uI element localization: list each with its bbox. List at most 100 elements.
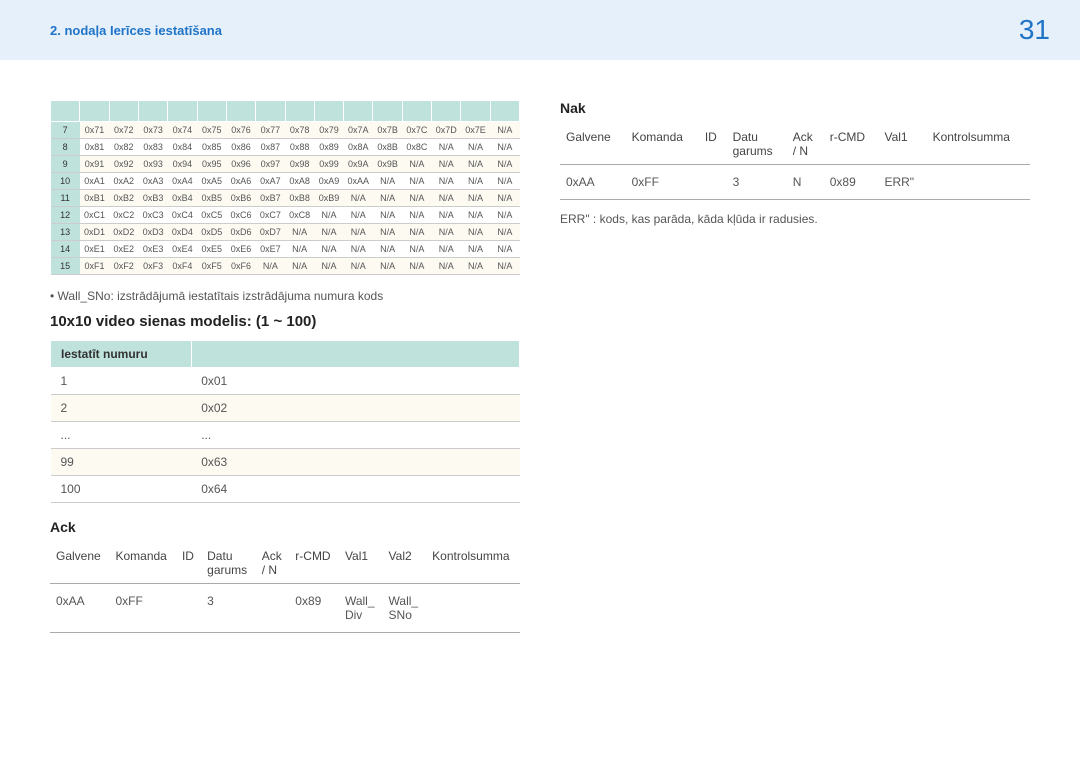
codes-col-header [138,101,167,122]
codes-cell: 0xA8 [285,173,314,190]
codes-row-index: 9 [51,156,80,173]
codes-cell: 0xF5 [197,258,226,275]
codes-cell: N/A [314,224,343,241]
codes-cell: N/A [461,258,490,275]
codes-cell: N/A [432,207,461,224]
set-num-cell: 1 [51,368,192,395]
codes-cell: 0x91 [80,156,109,173]
codes-cell: 0xD1 [80,224,109,241]
hdr-col-header: r-CMD [824,124,879,165]
codes-cell: 0x77 [256,122,285,139]
codes-cell: 0xC6 [226,207,255,224]
codes-cell: 0xA6 [226,173,255,190]
codes-cell: 0xF4 [168,258,197,275]
page-number: 31 [1019,14,1050,46]
codes-cell: 0x71 [80,122,109,139]
hdr-cell [699,165,727,200]
codes-cell: 0xA7 [256,173,285,190]
set-col1-header: Iestatīt numuru [51,341,192,368]
codes-cell: N/A [373,241,402,258]
codes-col-header [168,101,197,122]
codes-cell: 0x7A [344,122,373,139]
hdr-col-header: Galvene [50,543,109,584]
codes-cell: 0xB7 [256,190,285,207]
codes-cell: 0xB4 [168,190,197,207]
codes-cell: 0x85 [197,139,226,156]
codes-cell: 0xA5 [197,173,226,190]
codes-cell: 0xC3 [138,207,167,224]
page-content: 70x710x720x730x740x750x760x770x780x790x7… [0,60,1080,633]
ack-heading: Ack [50,519,520,535]
codes-col-header [314,101,343,122]
codes-cell: 0xB2 [109,190,138,207]
codes-cell: 0xA3 [138,173,167,190]
hdr-cell: 0x89 [289,584,339,633]
hdr-col-header: ID [176,543,201,584]
codes-cell: 0x7B [373,122,402,139]
hdr-cell [176,584,201,633]
codes-cell: N/A [344,190,373,207]
codes-cell: 0x96 [226,156,255,173]
nak-heading: Nak [560,100,1030,116]
codes-cell: N/A [402,241,431,258]
codes-row-index: 14 [51,241,80,258]
set-num-cell: 99 [51,449,192,476]
set-code-cell: 0x64 [191,476,519,503]
hdr-col-header: Val1 [878,124,926,165]
hdr-col-header: Val1 [339,543,383,584]
set-num-cell: 100 [51,476,192,503]
codes-cell: N/A [461,241,490,258]
codes-cell: 0x92 [109,156,138,173]
nak-table: GalveneKomandaIDDatugarumsAck/ Nr-CMDVal… [560,124,1030,200]
codes-cell: 0xA4 [168,173,197,190]
set-code-cell: ... [191,422,519,449]
codes-cell: N/A [285,258,314,275]
right-column: Nak GalveneKomandaIDDatugarumsAck/ Nr-CM… [560,100,1030,633]
codes-cell: 0x7E [461,122,490,139]
codes-cell: 0x97 [256,156,285,173]
codes-cell: N/A [373,224,402,241]
codes-cell: 0xD6 [226,224,255,241]
hdr-cell: 0xFF [626,165,699,200]
codes-cell: N/A [314,241,343,258]
codes-cell: 0xF1 [80,258,109,275]
codes-cell: N/A [402,156,431,173]
codes-cell: 0xC1 [80,207,109,224]
codes-cell: 0xD7 [256,224,285,241]
hdr-cell: 3 [727,165,787,200]
codes-cell: N/A [490,122,519,139]
set-num-cell: ... [51,422,192,449]
codes-cell: N/A [373,207,402,224]
model-heading: 10x10 video sienas modelis: (1 ~ 100) [50,313,520,330]
codes-cell: 0x93 [138,156,167,173]
codes-cell: 0xE7 [256,241,285,258]
codes-cell: N/A [432,139,461,156]
hdr-cell: 0xFF [109,584,175,633]
codes-cell: N/A [432,156,461,173]
codes-cell: N/A [490,241,519,258]
codes-col-header [344,101,373,122]
codes-cell: 0xB3 [138,190,167,207]
codes-cell: 0x74 [168,122,197,139]
codes-cell: 0x98 [285,156,314,173]
codes-cell: N/A [373,258,402,275]
codes-cell: N/A [314,258,343,275]
codes-col-header [432,101,461,122]
codes-col-header [490,101,519,122]
codes-cell: N/A [402,224,431,241]
codes-cell: N/A [490,258,519,275]
codes-cell: 0xD3 [138,224,167,241]
codes-cell: 0x89 [314,139,343,156]
codes-cell: 0x7C [402,122,431,139]
hdr-col-header: Kontrolsumma [426,543,520,584]
hdr-cell: Wall_SNo [383,584,427,633]
codes-cell: N/A [461,224,490,241]
codes-cell: N/A [432,173,461,190]
codes-cell: 0xB9 [314,190,343,207]
codes-row-index: 7 [51,122,80,139]
codes-cell: 0xA2 [109,173,138,190]
codes-cell: N/A [461,139,490,156]
codes-col-header [285,101,314,122]
codes-cell: 0xC4 [168,207,197,224]
codes-cell: 0x8A [344,139,373,156]
